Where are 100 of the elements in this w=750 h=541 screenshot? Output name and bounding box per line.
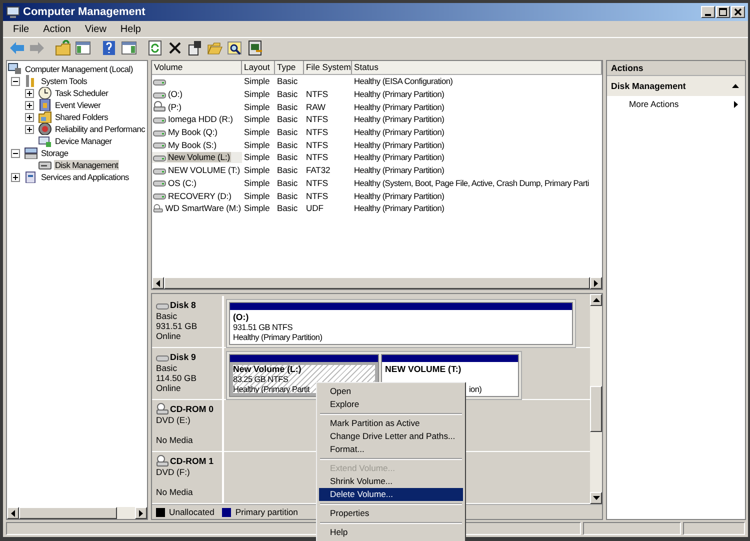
column-header[interactable]: Layout	[242, 61, 275, 74]
action-link[interactable]: More Actions	[629, 99, 679, 109]
table-cell[interactable]: WD SmartWare (M:)	[164, 203, 242, 214]
action-pane-icon[interactable]	[121, 40, 137, 56]
expand-icon[interactable]	[25, 88, 34, 98]
expand-icon[interactable]	[25, 100, 34, 110]
actions-section[interactable]: Disk Management	[607, 76, 745, 96]
close-button[interactable]	[731, 6, 745, 18]
menu-item[interactable]: Action	[43, 24, 71, 34]
tree-item[interactable]: Task Scheduler	[54, 88, 110, 98]
table-cell: NTFS	[306, 114, 328, 124]
disk-info-panel[interactable]: Disk 8 Basic 931.51 GB Online	[152, 296, 224, 347]
menu-item[interactable]: View	[84, 24, 106, 34]
tree-item[interactable]: Storage	[40, 148, 70, 158]
submenu-arrow-icon	[734, 100, 739, 108]
menu-item[interactable]: File	[13, 24, 30, 34]
menu-item[interactable]: Help	[120, 24, 141, 34]
collapse-icon[interactable]	[732, 84, 739, 88]
tree-item[interactable]: System Tools	[40, 76, 88, 86]
table-cell-text: Simple	[243, 127, 271, 138]
table-cell[interactable]: (O:)	[167, 89, 184, 100]
partition-block[interactable]: (O:) 931.51 GB NTFS Healthy (Primary Partition)	[229, 302, 573, 345]
column-header[interactable]: Volume	[152, 61, 242, 74]
table-cell[interactable]: New Volume (L:)	[167, 152, 232, 162]
partition-name: (O:)	[233, 312, 249, 322]
tree-item[interactable]: Disk Management	[54, 160, 119, 170]
disk-info-panel[interactable]: Disk 9 Basic 114.50 GB Online	[152, 348, 224, 399]
status-bar-pane	[683, 522, 745, 535]
table-cell-text: Healthy (Primary Partition)	[353, 203, 446, 214]
table-cell-text: Simple	[243, 178, 271, 188]
column-header[interactable]: File System	[304, 61, 352, 74]
vertical-scrollbar[interactable]	[590, 294, 602, 504]
tree-pane-icon[interactable]	[75, 40, 91, 56]
table-cell-text: Basic	[276, 190, 299, 201]
menu-item[interactable]: Format...	[319, 443, 463, 456]
menu-item[interactable]: Explore	[319, 398, 463, 411]
table-cell-text: Healthy (Primary Partition)	[353, 165, 446, 176]
table-cell: NTFS	[306, 127, 328, 138]
scroll-thumb[interactable]	[590, 386, 602, 432]
column-header[interactable]: Status	[352, 61, 602, 74]
table-cell: RAW	[306, 102, 326, 112]
disk-name: CD-ROM 1	[170, 456, 214, 466]
table-cell[interactable]: RECOVERY (D:)	[167, 190, 232, 201]
expand-icon[interactable]	[25, 112, 34, 122]
up-folder-icon[interactable]	[55, 40, 71, 56]
help-icon[interactable]	[101, 40, 117, 56]
maximize-icon	[719, 8, 727, 16]
menu-item[interactable]: Mark Partition as Active	[319, 417, 463, 430]
tree-item[interactable]: Computer Management (Local)	[24, 64, 134, 74]
partition-name: New Volume (L:)	[233, 364, 302, 374]
horizontal-scrollbar[interactable]	[7, 507, 147, 519]
column-header[interactable]: Type	[275, 61, 304, 74]
scroll-left-icon[interactable]	[155, 280, 161, 286]
menu-item[interactable]: Change Drive Letter and Paths...	[319, 430, 463, 443]
properties-icon[interactable]	[187, 40, 203, 56]
disk-info-panel[interactable]: CD-ROM 0 DVD (E:) No Media	[152, 400, 224, 451]
tree-item[interactable]: Shared Folders	[54, 112, 110, 122]
collapse-icon[interactable]	[11, 76, 20, 86]
table-cell[interactable]: (P:)	[167, 102, 182, 112]
delete-icon[interactable]	[167, 40, 183, 56]
partition-status: Healthy (Primary Partit	[233, 384, 310, 394]
disk-drive-icon	[38, 159, 52, 171]
table-cell-text: Basic	[276, 140, 299, 150]
search-icon[interactable]	[227, 40, 243, 56]
table-cell[interactable]: NEW VOLUME (T:)	[167, 165, 242, 176]
scroll-left-icon[interactable]	[10, 510, 16, 516]
gauge-icon	[38, 123, 52, 135]
table-cell[interactable]: My Book (S:)	[167, 140, 218, 150]
table-cell[interactable]: OS (C:)	[167, 178, 198, 188]
collapse-icon[interactable]	[11, 148, 20, 158]
window-title: Computer Management	[23, 6, 146, 18]
scroll-up-icon[interactable]	[592, 297, 600, 303]
storage-icon	[24, 147, 38, 159]
table-cell[interactable]: Iomega HDD (R:)	[167, 114, 234, 124]
disk-info-panel[interactable]: CD-ROM 1 DVD (F:) No Media	[152, 452, 224, 503]
disk-detail: Online	[156, 331, 182, 341]
expand-icon[interactable]	[25, 124, 34, 134]
minimize-button[interactable]	[701, 6, 715, 18]
clock-icon	[38, 87, 52, 99]
scroll-down-icon[interactable]	[592, 495, 600, 501]
tree-item[interactable]: Reliability and Performanc	[54, 124, 146, 134]
export-icon[interactable]	[247, 40, 263, 56]
menu-item[interactable]: Shrink Volume...	[319, 475, 463, 488]
tree-item[interactable]: Services and Applications	[40, 172, 130, 182]
table-cell-text: Basic	[276, 114, 299, 124]
maximize-button[interactable]	[716, 6, 730, 18]
tree-item[interactable]: Device Manager	[54, 136, 113, 146]
partition-status: ion)	[468, 384, 482, 394]
menu-item[interactable]: Delete Volume...	[319, 488, 463, 501]
horizontal-scrollbar[interactable]	[152, 277, 602, 289]
table-cell: UDF	[306, 203, 324, 214]
table-cell[interactable]: My Book (Q:)	[167, 127, 218, 138]
scroll-right-icon[interactable]	[593, 280, 599, 286]
expand-icon[interactable]	[11, 172, 20, 182]
tree-item[interactable]: Event Viewer	[54, 100, 102, 110]
menu-item[interactable]: Properties	[319, 507, 463, 520]
table-cell-text: Basic	[276, 165, 299, 176]
menu-item[interactable]: Help	[319, 526, 463, 539]
refresh-icon[interactable]	[147, 40, 163, 56]
scroll-right-icon[interactable]	[138, 510, 144, 516]
